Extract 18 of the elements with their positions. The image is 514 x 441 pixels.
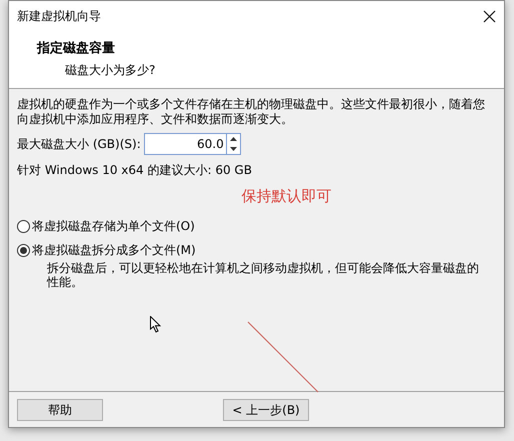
recommendation-text: 针对 Windows 10 x64 的建议大小: 60 GB bbox=[17, 162, 253, 179]
page-heading: 指定磁盘容量 bbox=[37, 40, 116, 58]
leader-line bbox=[247, 321, 319, 393]
window-title: 新建虚拟机向导 bbox=[17, 8, 101, 25]
option-label[interactable]: 将虚拟磁盘存储为单个文件(O) bbox=[32, 217, 195, 235]
annotation-text: 保持默认即可 bbox=[242, 186, 332, 207]
option-note: 拆分磁盘后，可以更轻松地在计算机之间移动虚拟机，但可能会降低大容量磁盘的性能。 bbox=[46, 260, 480, 290]
option-label[interactable]: 将虚拟磁盘拆分成多个文件(M) bbox=[32, 241, 196, 259]
description-text: 虚拟机的硬盘作为一个或多个文件存储在主机的物理磁盘中。这些文件最初很小，随着您向虚拟机中添加应用程序、文件和数据而逐渐变大。 bbox=[17, 97, 486, 127]
close-icon[interactable] bbox=[483, 10, 496, 22]
cursor-icon bbox=[150, 316, 161, 333]
wizard-button[interactable]: 帮助 bbox=[17, 398, 103, 420]
page-subtitle: 磁盘大小为多少? bbox=[64, 62, 156, 78]
radio-button[interactable] bbox=[17, 220, 30, 232]
disk-size-field[interactable]: 60.0 bbox=[144, 133, 226, 155]
radio-button[interactable] bbox=[17, 244, 30, 256]
wizard-button[interactable]: < 上一步(B) bbox=[223, 398, 309, 420]
field-label: 最大磁盘大小 (GB)(S): bbox=[17, 136, 141, 153]
